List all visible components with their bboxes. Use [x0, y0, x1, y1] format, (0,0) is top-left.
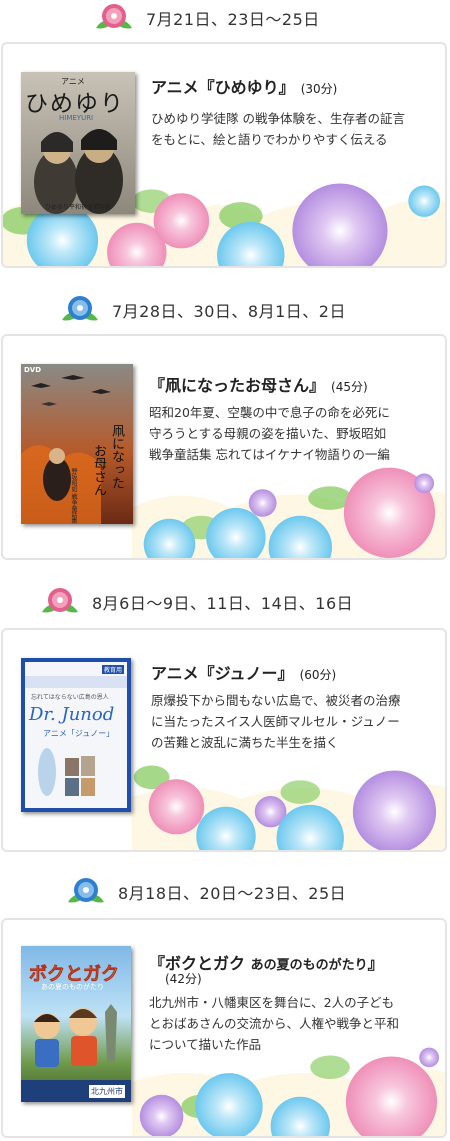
- cover-title: Dr. Junod: [29, 704, 115, 725]
- film-description: 北九州市・八幡東区を舞台に、2人の子ども とおばあさんの交流から、人権や戦争と平…: [149, 992, 399, 1055]
- description-line: の苦難と波乱に満ちた半生を描く: [151, 735, 339, 750]
- cover-illustration: [38, 748, 95, 796]
- cover-subtitle: アニメ「ジュノー」: [43, 729, 115, 738]
- film-description: 昭和20年夏、空襲の中で息子の命を必死に 守ろうとする母親の姿を描いた、野坂昭如…: [149, 402, 390, 465]
- film-title: アニメ『ひめゆり』 (30分): [151, 74, 337, 98]
- cover-author: 野坂昭如 戦争童話集: [70, 468, 77, 524]
- schedule-date-header: 8月6日〜9日、11日、14日、16日: [0, 584, 450, 620]
- description-line: 戦争童話集 忘れてはイケナイ物語りの一編: [149, 447, 390, 462]
- film-duration: (42分): [165, 972, 202, 986]
- cover-kicker: 忘れてはならない広島の恩人: [31, 694, 109, 701]
- cover-dvd-logo: DVD: [24, 366, 42, 374]
- description-line: 原爆投下から間もない広島で、被災者の治療: [151, 693, 401, 708]
- film-cover-image: ボクとガク あの夏のものがたり 北九州市: [21, 946, 131, 1102]
- description-line: に当たったスイス人医師マルセル・ジュノー: [151, 714, 400, 729]
- film-cover-image: DVD 凧になった お母さん 野坂昭如 戦争童話集: [21, 364, 133, 524]
- cover-title: ひめゆり: [25, 91, 125, 117]
- film-duration: (45分): [331, 380, 368, 394]
- description-line: ひめゆり学徒隊 の戦争体験を、生存者の証言: [151, 111, 405, 126]
- film-card: 教育用 忘れてはならない広島の恩人 Dr. Junod アニメ「ジュノー」 アニ…: [1, 628, 447, 852]
- film-card: アニメ ひめゆり HIMEYURI ひめゆり平和祈念資料館 アニメ『ひめゆり』 (…: [1, 42, 447, 268]
- description-line: について描いた作品: [149, 1037, 262, 1052]
- cover-roman: HIMEYURI: [59, 114, 94, 122]
- schedule-date-header: 7月28日、30日、8月1日、2日: [0, 292, 450, 328]
- description-line: とおばあさんの交流から、人権や戦争と平和: [149, 1016, 400, 1031]
- description-line: 昭和20年夏、空襲の中で息子の命を必死に: [149, 405, 390, 420]
- schedule-date-header: 8月18日、20日〜23日、25日: [0, 874, 450, 910]
- film-cover-image: 教育用 忘れてはならない広島の恩人 Dr. Junod アニメ「ジュノー」: [21, 658, 131, 812]
- film-title-text: 『凧になったお母さん』: [149, 376, 326, 395]
- film-description: ひめゆり学徒隊 の戦争体験を、生存者の証言 をもとに、絵と語りでわかりやすく伝え…: [151, 108, 405, 150]
- description-line: 守ろうとする母親の姿を描いた、野坂昭如: [149, 426, 387, 441]
- date-text: 7月28日、30日、8月1日、2日: [112, 302, 346, 321]
- date-text: 8月6日〜9日、11日、14日、16日: [92, 594, 354, 613]
- film-cover-image: アニメ ひめゆり HIMEYURI ひめゆり平和祈念資料館: [21, 72, 135, 214]
- film-duration: (60分): [299, 668, 337, 682]
- cover-city: 北九州市: [89, 1085, 125, 1098]
- film-title-text: アニメ『ひめゆり』: [151, 78, 295, 97]
- cover-subtitle: あの夏のものがたり: [41, 983, 104, 991]
- date-text: 7月21日、23日〜25日: [146, 10, 320, 29]
- film-title: アニメ『ジュノー』 (60分): [151, 660, 336, 684]
- cover-header-band: [25, 676, 127, 688]
- cover-title-line1: 凧になった: [109, 424, 124, 489]
- film-card: DVD 凧になった お母さん 野坂昭如 戦争童話集 『凧になったお母さん』 (45…: [1, 334, 447, 560]
- film-title-subtitle: あの夏のものがたり: [250, 958, 368, 973]
- morning-glory-blue-icon: [68, 878, 104, 903]
- cover-caption: ひめゆり平和祈念資料館: [45, 204, 112, 211]
- film-description: 原爆投下から間もない広島で、被災者の治療 に当たったスイス人医師マルセル・ジュノ…: [151, 690, 401, 753]
- film-duration: (30分): [300, 82, 338, 96]
- morning-glory-pink-icon: [96, 4, 132, 29]
- schedule-date-header: 7月21日、23日〜25日: [0, 0, 450, 36]
- film-title-text: アニメ『ジュノー』: [151, 664, 294, 683]
- date-text: 8月18日、20日〜23日、25日: [118, 884, 347, 903]
- cover-illustration: [34, 1004, 117, 1067]
- description-line: をもとに、絵と語りでわかりやすく伝える: [151, 132, 388, 147]
- film-title-close: 』: [367, 954, 384, 973]
- description-line: 北九州市・八幡東区を舞台に、2人の子ども: [149, 995, 395, 1010]
- film-title: 『凧になったお母さん』 (45分): [149, 372, 368, 396]
- cover-title-line2: お母さん: [91, 444, 106, 496]
- morning-glory-pink-icon: [42, 588, 78, 613]
- cover-badge: 教育用: [101, 665, 124, 674]
- film-card: ボクとガク あの夏のものがたり 北九州市 『ボクとガク あの夏のものがたり』 (…: [1, 918, 447, 1138]
- morning-glory-blue-icon: [62, 296, 98, 321]
